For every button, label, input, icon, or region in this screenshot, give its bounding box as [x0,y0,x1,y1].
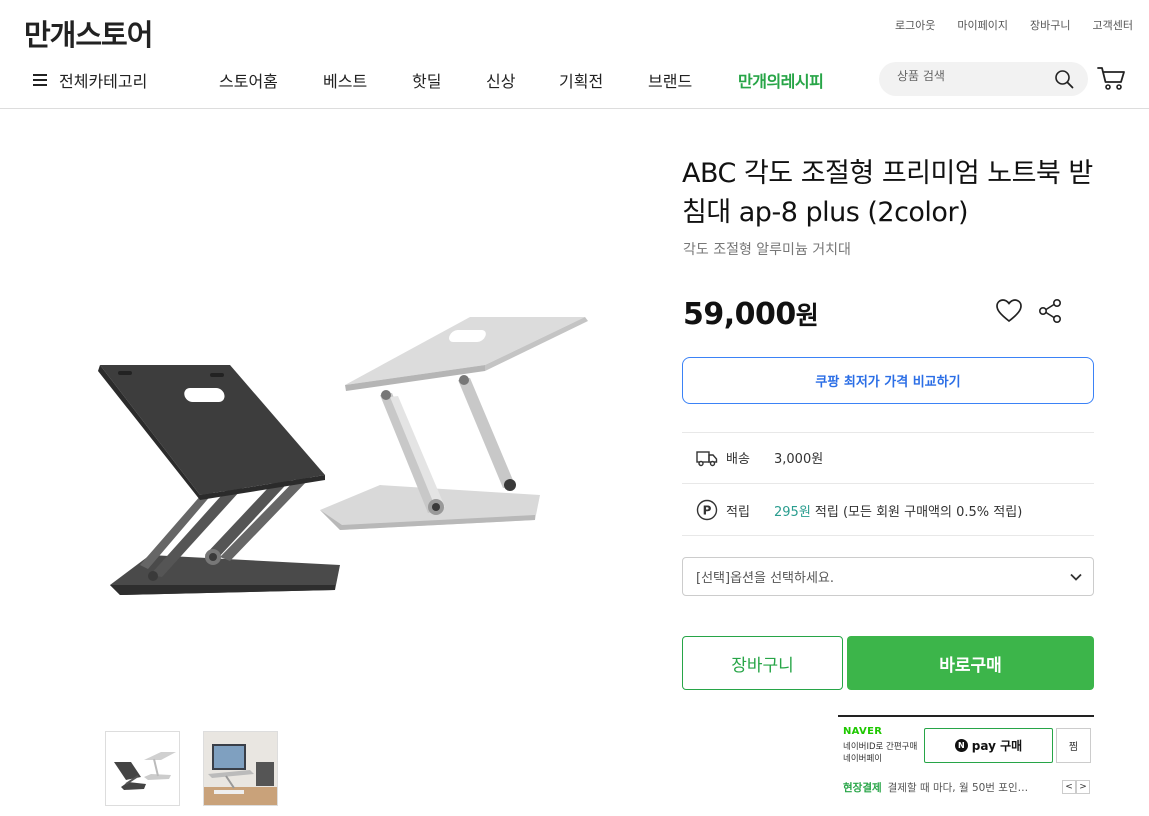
naverpay-desc-line1: 네이버ID로 간편구매 [843,742,918,752]
shipping-row: 배송 3,000원 [696,448,823,467]
nav-brand[interactable]: 브랜드 [648,68,692,92]
nav-store-home[interactable]: 스토어홈 [219,68,278,92]
utility-links: 로그아웃 마이페이지 장바구니 고객센터 [895,17,1133,33]
shipping-label: 배송 [726,452,750,467]
option-select-value: [선택]옵션을 선택하세요. [696,571,835,586]
nav-promotion[interactable]: 기획전 [559,68,603,92]
points-description: 적립 (모든 회원 구매액의 0.5% 적립) [810,504,1023,520]
all-categories-button[interactable]: 전체카테고리 [33,68,147,92]
cart-link[interactable]: 장바구니 [1030,17,1070,33]
nav-recipe[interactable]: 만개의레시피 [738,68,824,92]
share-icon[interactable] [1037,298,1063,324]
points-row: P 적립 295원 적립 (모든 회원 구매액의 0.5% 적립) [696,499,1022,521]
customer-center-link[interactable]: 고객센터 [1093,17,1133,33]
svg-text:P: P [703,504,712,518]
naver-brand: NAVER [843,726,883,737]
onsite-payment-notice: 현장결제 결제할 때 마다, 월 50번 포인… [843,780,1055,795]
thumbnail-1-image [106,732,179,805]
points-value: 295원 [774,504,811,520]
store-logo[interactable]: 만개스토어 [24,12,153,54]
chevron-down-icon [1070,573,1082,581]
notice-pager: < > [1062,780,1090,794]
buy-now-button[interactable]: 바로구매 [847,636,1094,690]
divider [682,535,1094,536]
add-to-cart-button[interactable]: 장바구니 [682,636,843,690]
product-title: ABC 각도 조절형 프리미엄 노트북 받침대 ap-8 plus (2colo… [682,158,1093,228]
onsite-payment-title: 현장결제 [843,782,882,794]
price-currency: 원 [795,301,819,330]
global-nav: 전체카테고리 스토어홈 베스트 핫딜 신상 기획전 브랜드 만개의레시피 [0,56,1149,109]
cart-icon[interactable] [1097,65,1127,91]
nav-hotdeal[interactable]: 핫딜 [412,68,441,92]
onsite-payment-text: 결제할 때 마다, 월 50번 포인… [887,782,1029,794]
heart-icon[interactable] [995,298,1023,324]
logout-link[interactable]: 로그아웃 [895,17,935,33]
naverpay-buy-button[interactable]: N pay 구매 [924,728,1053,763]
nav-best[interactable]: 베스트 [323,68,367,92]
thumbnail-1[interactable] [105,731,180,806]
shipping-value: 3,000원 [774,452,824,467]
zzim-button[interactable]: 찜 [1056,728,1091,763]
menu-icon [33,74,47,86]
thumbnail-2[interactable] [203,731,278,806]
search-input[interactable] [897,69,1047,83]
mypage-link[interactable]: 마이페이지 [957,17,1008,33]
points-label: 적립 [726,504,750,520]
divider [682,432,1094,433]
product-main-image [98,317,588,595]
thumbnail-2-image [204,732,277,805]
naverpay-box: NAVER 네이버ID로 간편구매 네이버페이 N pay 구매 찜 현장결제 결… [838,715,1094,801]
naverpay-description: 네이버ID로 간편구매 네이버페이 [843,741,925,765]
search-box [879,62,1088,96]
next-button[interactable]: > [1076,780,1090,794]
naverpay-desc-line2: 네이버페이 [843,754,883,764]
price-compare-button[interactable]: 쿠팡 최저가 가격 비교하기 [682,357,1094,404]
nav-new[interactable]: 신상 [486,68,515,92]
search-icon[interactable] [1054,69,1074,89]
divider [682,483,1094,484]
all-categories-label: 전체카테고리 [59,72,148,91]
product-subtitle: 각도 조절형 알루미늄 거치대 [683,242,851,258]
price-value: 59,000 [683,297,796,332]
naverpay-buy-label: pay 구매 [971,739,1023,753]
point-icon: P [696,499,718,521]
truck-icon [696,450,718,466]
option-select[interactable]: [선택]옵션을 선택하세요. [682,557,1094,596]
prev-button[interactable]: < [1062,780,1076,794]
naver-n-icon: N [954,739,968,752]
product-price: 59,000원 [683,296,819,332]
